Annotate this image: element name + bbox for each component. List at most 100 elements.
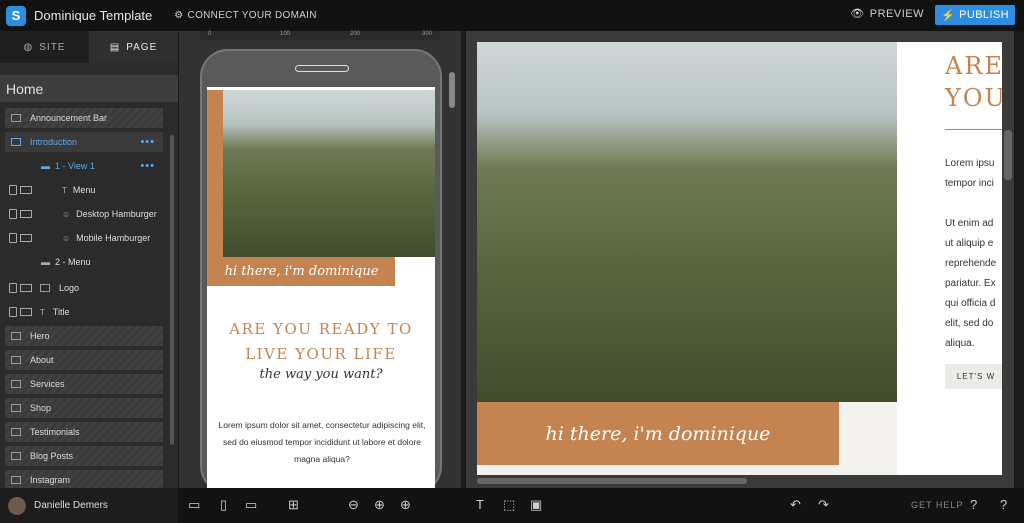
- section-icon: [11, 476, 21, 484]
- user-name: Danielle Demers: [34, 500, 108, 511]
- sidebar-item-announcement-bar[interactable]: Announcement Bar: [5, 108, 163, 128]
- sidebar-item-testimonials[interactable]: Testimonials: [5, 422, 163, 442]
- more-options-icon[interactable]: •••: [140, 136, 155, 148]
- desktop-view-icon[interactable]: ▭: [245, 497, 257, 513]
- user-account[interactable]: Danielle Demers: [0, 488, 178, 523]
- sidebar-item-label: 2 - Menu: [55, 257, 91, 267]
- bottom-toolbar: ▭ ▯ ▭ ⊞ ⊖ ⊕ ⊕ T ⬚ ▣ ↶ ↷ GET HELP ? ?: [178, 488, 1024, 523]
- connect-domain-link[interactable]: ⚙ CONNECT YOUR DOMAIN: [174, 10, 317, 21]
- sidebar-item-view-1[interactable]: ▬ 1 - View 1 •••: [5, 156, 163, 176]
- sidebar-item-label: Introduction: [30, 137, 78, 147]
- app-logo-icon[interactable]: S: [6, 5, 26, 26]
- image-icon: [40, 284, 50, 292]
- help-icon[interactable]: ?: [970, 497, 977, 513]
- heading-line: YOU: [945, 84, 1002, 112]
- sidebar-item-label: Shop: [30, 403, 52, 413]
- add-text-icon[interactable]: T: [476, 497, 484, 513]
- sidebar-item-label: 1 - View 1: [55, 161, 95, 171]
- top-bar: S Dominique Template ⚙ CONNECT YOUR DOMA…: [0, 0, 1024, 31]
- tab-page-label: PAGE: [126, 41, 158, 53]
- section-icon: [11, 452, 21, 460]
- sidebar-item-blog-posts[interactable]: Blog Posts: [5, 446, 163, 466]
- sidebar-item-label: Logo: [59, 283, 80, 293]
- tab-page[interactable]: ▤ PAGE: [89, 31, 178, 63]
- publish-button[interactable]: ⚡ PUBLISH: [935, 5, 1015, 25]
- script-banner[interactable]: hi there, i'm dominique: [477, 402, 839, 465]
- mobile-scrollbar[interactable]: [449, 72, 455, 108]
- mobile-body-text[interactable]: Lorem ipsum dolor sit amet, consectetur …: [217, 417, 427, 468]
- undo-icon[interactable]: ↶: [790, 497, 801, 513]
- mobile-icon: [9, 283, 17, 293]
- sidebar-item-shop[interactable]: Shop: [5, 398, 163, 418]
- grid-icon[interactable]: ⊞: [288, 497, 299, 513]
- section-icon: [11, 332, 21, 340]
- sidebar-item-2-menu[interactable]: ▬ 2 - Menu: [5, 252, 178, 272]
- mobile-icon: [9, 307, 17, 317]
- desktop-page[interactable]: hi there, i'm dominique ARE Y YOU Lorem …: [477, 42, 1002, 475]
- gear-icon: ⚙: [174, 10, 184, 21]
- both-views-icon[interactable]: ▭: [188, 497, 200, 513]
- ruler-tick: 0: [208, 31, 212, 37]
- paragraph-line: Lorem ipsu: [945, 158, 995, 169]
- sidebar-tabs: ◍ SITE ▤ PAGE: [0, 31, 178, 63]
- page-icon: ▤: [109, 41, 121, 53]
- phone-speaker: [295, 65, 349, 72]
- mobile-subheading[interactable]: the way you want?: [207, 367, 435, 382]
- support-icon[interactable]: ?: [1000, 497, 1007, 513]
- sidebar-scrollbar[interactable]: [170, 135, 174, 445]
- sidebar-item-introduction[interactable]: Introduction •••: [5, 132, 163, 152]
- paragraph-line: aliqua.: [945, 338, 975, 349]
- desktop-heading[interactable]: ARE Y YOU: [945, 50, 1002, 114]
- zoom-out-icon[interactable]: ⊖: [348, 497, 359, 513]
- site-title[interactable]: Dominique Template: [34, 8, 152, 23]
- connect-domain-label: CONNECT YOUR DOMAIN: [187, 10, 317, 21]
- ruler-tick: 100: [280, 31, 291, 37]
- paragraph-line: Ut enim ad: [945, 218, 994, 229]
- eye-icon: 👁: [850, 8, 865, 20]
- sidebar-item-logo[interactable]: Logo: [5, 278, 178, 298]
- sidebar-item-hero[interactable]: Hero: [5, 326, 163, 346]
- sidebar-item-label: About: [30, 355, 54, 365]
- tab-site[interactable]: ◍ SITE: [0, 31, 89, 63]
- sidebar-item-about[interactable]: About: [5, 350, 163, 370]
- section-icon: [11, 138, 21, 146]
- sidebar-item-desktop-hamburger[interactable]: ☺ Desktop Hamburger: [5, 204, 178, 224]
- page-title[interactable]: Home: [0, 75, 178, 102]
- add-image-icon[interactable]: ▣: [530, 497, 542, 513]
- sidebar-item-instagram[interactable]: Instagram: [5, 470, 163, 488]
- mobile-view-icon[interactable]: ▯: [220, 497, 227, 513]
- horizontal-scrollbar[interactable]: [477, 478, 747, 484]
- mobile-heading[interactable]: ARE YOU READY TO LIVE YOUR LIFE: [207, 317, 435, 367]
- zoom-in-icon[interactable]: ⊕: [400, 497, 411, 513]
- folder-icon: ▬: [41, 161, 50, 171]
- preview-button[interactable]: 👁 PREVIEW: [850, 7, 924, 21]
- sidebar-item-title[interactable]: T Title: [5, 302, 178, 322]
- lets-work-button[interactable]: LET'S W: [945, 364, 1002, 389]
- section-icon: [11, 380, 21, 388]
- hero-photo[interactable]: [223, 90, 435, 257]
- paragraph-line: elit, sed do: [945, 318, 994, 329]
- desktop-icon: [20, 234, 32, 242]
- intro-text-column: ARE Y YOU Lorem ipsu tempor inci Ut enim…: [897, 42, 1002, 475]
- sidebar-item-label: Instagram: [30, 475, 71, 485]
- add-box-icon[interactable]: ⬚: [503, 497, 515, 513]
- desktop-scrollbar[interactable]: [1004, 130, 1012, 180]
- sidebar-item-label: Desktop Hamburger: [76, 209, 157, 219]
- preview-label: PREVIEW: [869, 7, 924, 20]
- redo-icon[interactable]: ↷: [818, 497, 829, 513]
- heading-line: ARE YOU READY TO: [229, 320, 413, 338]
- sidebar-item-mobile-hamburger[interactable]: ☺ Mobile Hamburger: [5, 228, 178, 248]
- more-options-icon[interactable]: •••: [140, 160, 155, 172]
- sidebar-item-label: Blog Posts: [30, 451, 74, 461]
- sidebar-item-menu[interactable]: T Menu: [5, 180, 178, 200]
- script-banner[interactable]: hi there, i'm dominique: [208, 257, 395, 286]
- get-help-link[interactable]: GET HELP: [911, 500, 963, 510]
- hero-photo[interactable]: [477, 42, 897, 402]
- sidebar-item-services[interactable]: Services: [5, 374, 163, 394]
- sidebar-item-label: Title: [52, 307, 70, 317]
- zoom-fit-icon[interactable]: ⊕: [374, 497, 385, 513]
- desktop-icon: [20, 186, 32, 194]
- heading-line: LIVE YOUR LIFE: [245, 345, 397, 363]
- mobile-page[interactable]: hi there, i'm dominique ARE YOU READY TO…: [207, 87, 435, 492]
- section-icon: [11, 404, 21, 412]
